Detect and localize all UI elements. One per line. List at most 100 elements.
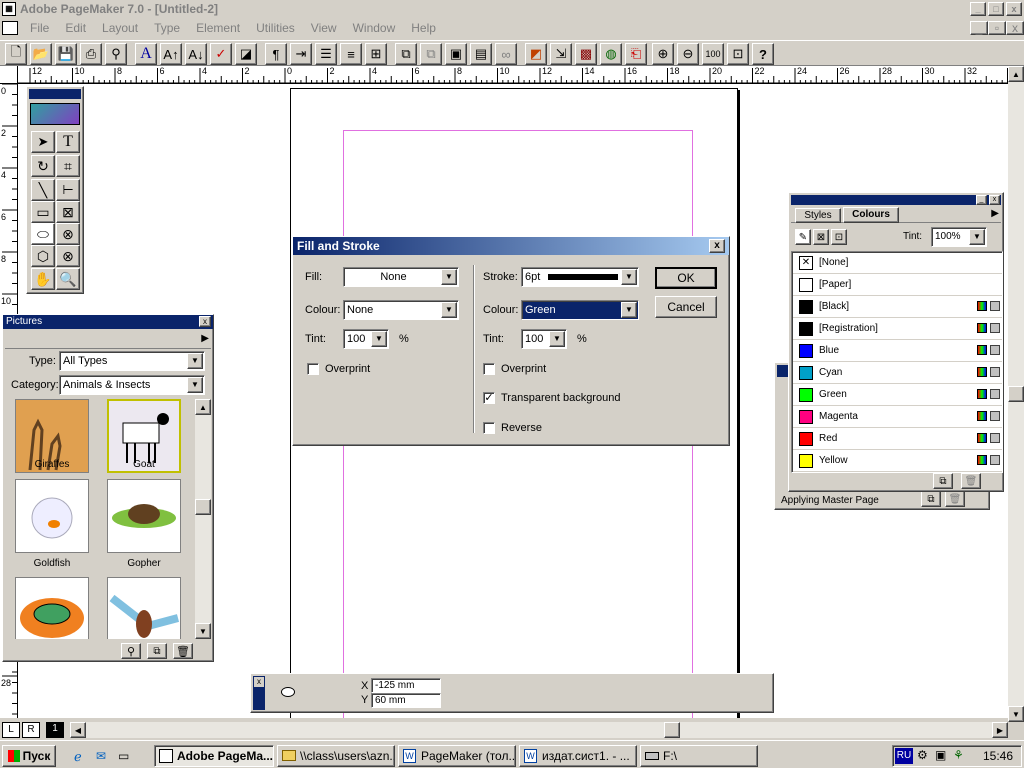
right-master-page-tab[interactable]: R [22,722,40,738]
transparent-background-checkbox[interactable]: ✓ [483,392,495,404]
stroke-colour-icon[interactable]: ✎ [795,229,811,245]
rectangle-tool-icon[interactable]: ▭ [31,201,55,223]
tray-network-icon[interactable]: ⚙ [917,748,928,762]
reverse-checkbox[interactable] [483,422,495,434]
pointer-tool-icon[interactable]: ➤ [31,131,55,153]
colour-row[interactable]: Blue [793,340,1002,362]
tab-styles[interactable]: Styles [795,208,841,223]
colours-tint-select[interactable]: 100% ▼ [931,227,987,247]
spellcheck-icon[interactable]: ✓ [210,43,232,65]
web-icon[interactable]: ◍ [600,43,622,65]
paragraph-icon[interactable]: ¶ [265,43,287,65]
pages-icon[interactable]: ⧉ [395,43,417,65]
stroke-select[interactable]: 6pt ▼ [521,267,639,287]
tray-monitor-icon[interactable]: ▣ [935,748,946,762]
doc-minimize-button[interactable]: _ [970,21,988,35]
task-folder[interactable]: \\class\users\azn... [277,745,395,767]
horizontal-scrollbar[interactable] [86,722,992,738]
line-tool-icon[interactable]: ╲ [31,179,55,201]
rectangle-frame-tool-icon[interactable]: ⊠ [56,201,80,223]
image-frame-icon[interactable]: ▤ [470,43,492,65]
quicklaunch-outlook-icon[interactable]: ✉ [96,749,106,763]
task-word-1[interactable]: W PageMaker (тол... [398,745,516,767]
master-page-icon[interactable]: ⧉ [420,43,442,65]
pictures-panel-close-icon[interactable]: x [199,316,211,327]
colours-panel-titlebar[interactable]: _ x [791,195,1001,205]
task-pagemaker[interactable]: Adobe PageMa... [154,745,274,767]
menu-edit[interactable]: Edit [57,21,94,35]
tray-app-icon[interactable]: ⚘ [953,748,964,762]
print-icon[interactable]: ⎙ [80,43,102,65]
ok-button[interactable]: OK [655,267,717,289]
fill-stroke-icon[interactable]: ◪ [235,43,257,65]
fill-tint-select[interactable]: 100 ▼ [343,329,389,349]
scroll-thumb-horizontal[interactable] [664,722,680,738]
bullets-icon[interactable]: ☰ [315,43,337,65]
polygon-tool-icon[interactable]: ⬡ [31,245,55,267]
scroll-down-button[interactable]: ▼ [1008,706,1024,722]
fill-overprint-checkbox[interactable] [307,363,319,375]
pictures-search-icon[interactable]: ⚲ [121,643,141,659]
scroll-thumb-vertical[interactable] [1008,386,1024,402]
stroke-tint-select[interactable]: 100 ▼ [521,329,567,349]
menu-help[interactable]: Help [403,21,444,35]
picture-thumb-groundhog[interactable] [107,577,181,639]
colour-row[interactable]: [Paper] [793,274,1002,296]
vertical-scrollbar[interactable]: ▲ ▼ [1008,66,1024,722]
ruler-corner[interactable] [0,66,18,84]
colours-delete-icon[interactable]: 🗑 [961,473,981,489]
pictures-category-select[interactable]: Animals & Insects ▼ [59,375,205,395]
chevron-down-icon[interactable]: ▼ [621,302,637,318]
help-icon[interactable]: ? [752,43,774,65]
ellipse-tool-icon[interactable]: ⬭ [31,223,55,245]
quicklaunch-desktop-icon[interactable]: ▭ [118,749,129,763]
picture-thumb-frog[interactable] [15,577,89,639]
constrained-line-tool-icon[interactable]: ⊢ [56,179,80,201]
master-pages-delete-icon[interactable]: 🗑 [945,491,965,507]
language-indicator[interactable]: RU [895,748,913,764]
ellipse-frame-tool-icon[interactable]: ⊗ [56,223,80,245]
pictures-scrollbar[interactable]: ▲ ▼ [195,399,211,639]
colour-row[interactable]: [Registration] [793,318,1002,340]
page-1-tab[interactable]: 1 [46,722,64,738]
colours-new-icon[interactable]: ⧉ [933,473,953,489]
tab-colours[interactable]: Colours [843,207,899,223]
quicklaunch-ie-icon[interactable]: ℯ [74,749,82,765]
task-drive[interactable]: F:\ [640,745,758,767]
zoom-out-icon[interactable]: ⊖ [677,43,699,65]
control-palette-close-icon[interactable]: x [254,677,264,687]
polygon-frame-tool-icon[interactable]: ⊗ [56,245,80,267]
doc-close-button[interactable]: x [1006,21,1024,35]
fill-colour-icon[interactable]: ⊠ [813,229,829,245]
chevron-down-icon[interactable]: ▼ [549,331,565,347]
stroke-overprint-checkbox[interactable] [483,363,495,375]
pictures-scroll-thumb[interactable] [195,499,211,515]
pictures-menu-arrow-icon[interactable]: ▶ [201,333,209,344]
rotate-tool-icon[interactable]: ↻ [31,155,55,177]
maximize-button[interactable]: □ [988,2,1004,16]
pictures-scroll-down-button[interactable]: ▼ [195,623,211,639]
chevron-down-icon[interactable]: ▼ [187,353,203,369]
doc-restore-button[interactable]: ▫ [988,21,1006,35]
chevron-down-icon[interactable]: ▼ [187,377,203,393]
save-icon[interactable]: 💾 [55,43,77,65]
menu-element[interactable]: Element [188,21,248,35]
menu-layout[interactable]: Layout [94,21,146,35]
text-tool-icon[interactable]: T [56,131,80,153]
close-button[interactable]: x [1006,2,1022,16]
font-size-down-icon[interactable]: A↓ [185,43,207,65]
align-icon[interactable]: ⊞ [365,43,387,65]
chevron-down-icon[interactable]: ▼ [621,269,637,285]
photo-icon[interactable]: ▩ [575,43,597,65]
task-word-2[interactable]: W издат.сист1. - ... [519,745,637,767]
fill-colour-select[interactable]: None ▼ [343,300,459,320]
colour-row[interactable]: Red [793,428,1002,450]
left-master-page-tab[interactable]: L [2,722,20,738]
colour-row[interactable]: Green [793,384,1002,406]
colour-row[interactable]: Yellow [793,450,1002,472]
master-pages-new-icon[interactable]: ⧉ [921,491,941,507]
zoom-tool-icon[interactable]: 🔍 [56,268,80,290]
chevron-down-icon[interactable]: ▼ [441,302,457,318]
chevron-down-icon[interactable]: ▼ [371,331,387,347]
character-icon[interactable]: A [135,43,157,65]
